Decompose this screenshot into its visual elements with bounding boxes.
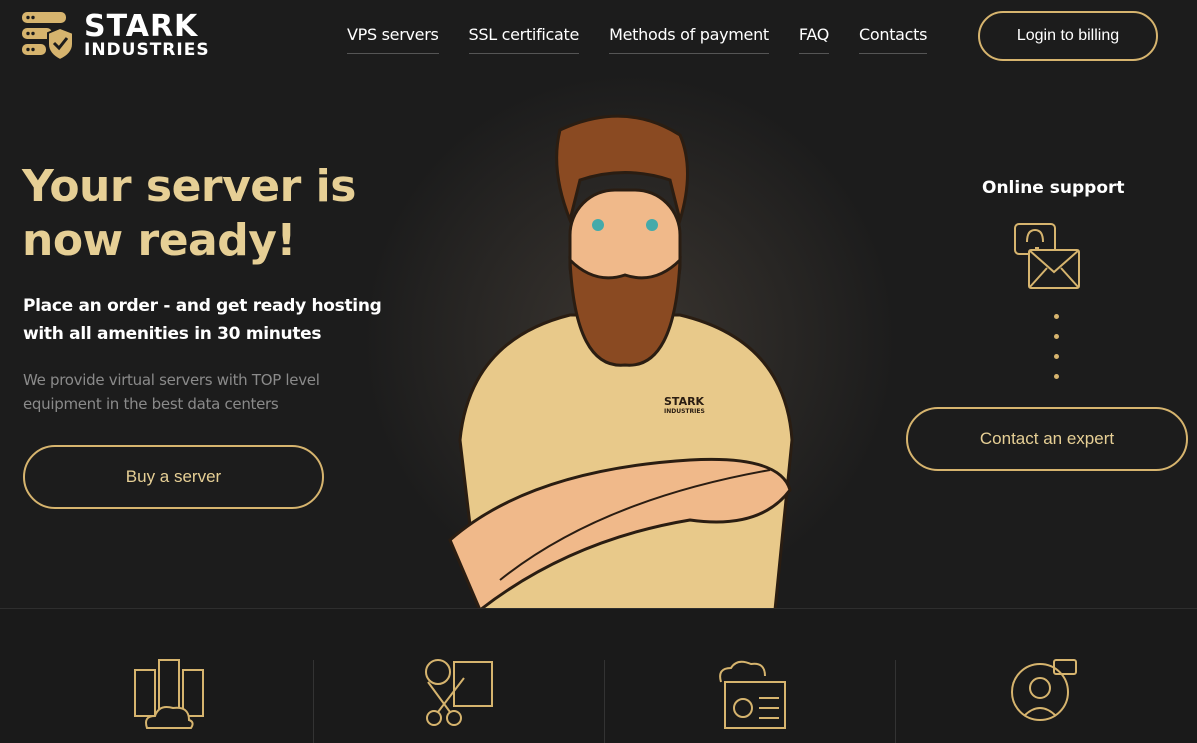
logo-line1: STARK xyxy=(84,8,199,44)
nav-faq[interactable]: FAQ xyxy=(798,25,829,54)
shirt-logo-subtext: INDUSTRIES xyxy=(664,408,705,415)
hero-description: We provide virtual servers with TOP leve… xyxy=(23,371,320,413)
buy-server-button[interactable]: Buy a server xyxy=(23,445,324,509)
shirt-logo-text: STARK xyxy=(664,395,705,408)
main-nav: VPS servers SSL certificate Methods of p… xyxy=(347,25,927,54)
nav-ssl-certificate[interactable]: SSL certificate xyxy=(468,25,579,54)
cloud-settings-icon xyxy=(719,660,786,729)
hero-subtitle: Place an order - and get ready hosting wi… xyxy=(23,296,382,344)
nav-vps-servers[interactable]: VPS servers xyxy=(347,25,439,54)
support-mail-icon xyxy=(1014,223,1080,289)
login-to-billing-button[interactable]: Login to billing xyxy=(978,11,1158,61)
hero-character-illustration: STARK INDUSTRIES xyxy=(448,114,794,610)
support-agent-icon xyxy=(1011,659,1077,721)
discount-coupon-icon xyxy=(425,659,493,726)
feature-separator xyxy=(313,660,314,743)
nav-contacts[interactable]: Contacts xyxy=(859,25,927,54)
online-support-title: Online support xyxy=(982,178,1125,198)
server-cloud-icon xyxy=(134,659,204,729)
logo-line2: INDUSTRIES xyxy=(84,39,210,60)
feature-separator xyxy=(895,660,896,743)
hero-title: Your server is now ready! xyxy=(22,161,356,266)
feature-separator xyxy=(604,660,605,743)
nav-methods-of-payment[interactable]: Methods of payment xyxy=(609,25,769,54)
logo[interactable]: STARK INDUSTRIES xyxy=(22,10,210,60)
logo-server-shield-icon xyxy=(22,12,74,60)
contact-expert-button[interactable]: Contact an expert xyxy=(906,407,1188,471)
